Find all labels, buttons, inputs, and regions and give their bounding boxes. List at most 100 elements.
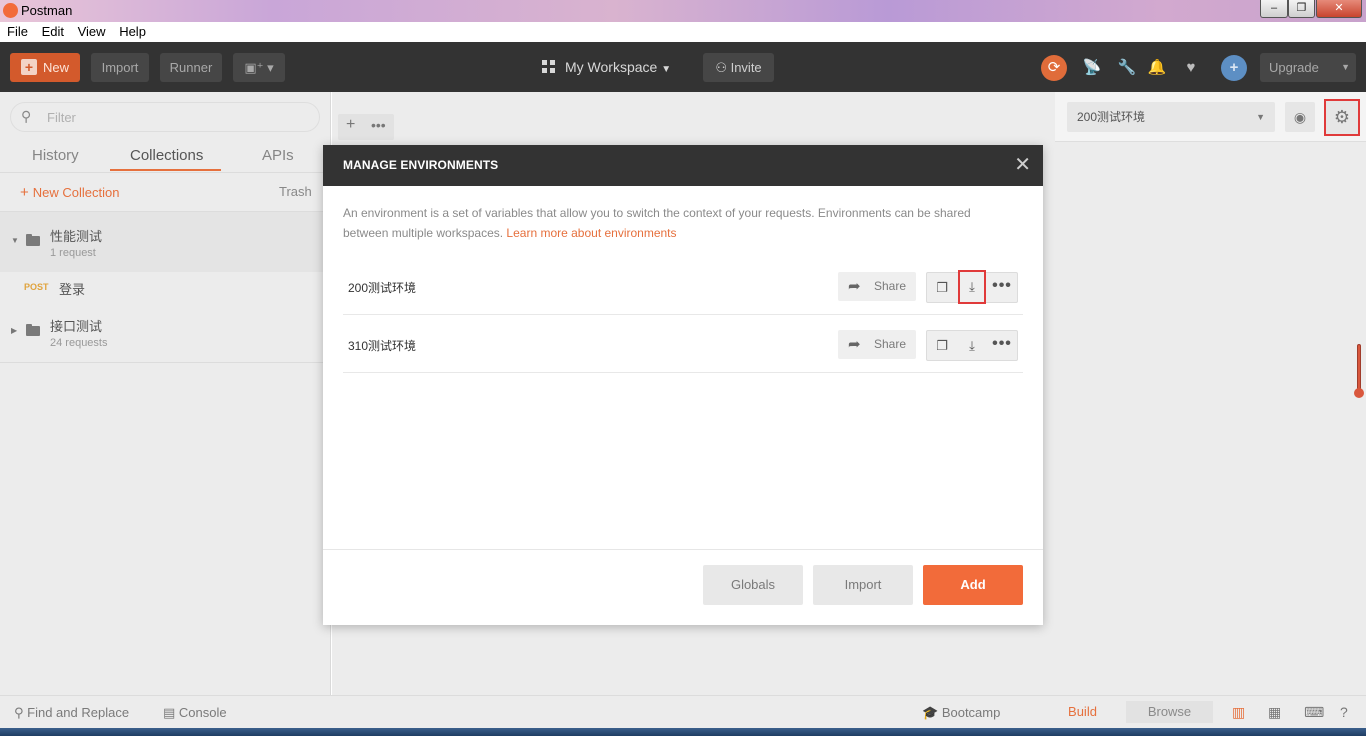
menu-file[interactable]: File [7,22,28,42]
divider [0,362,331,363]
wrench-icon[interactable]: 🔧 [1114,55,1140,81]
workspace-grid-icon [542,60,555,73]
runner-button[interactable]: Runner [160,53,222,82]
import-button[interactable]: Import [813,565,913,605]
new-button[interactable]: + New [10,53,80,82]
browse-tab[interactable]: Browse [1126,701,1213,723]
collection-item[interactable]: ▶ 接口测试 24 requests [0,302,331,362]
menu-edit[interactable]: Edit [42,22,64,42]
satellite-icon[interactable]: 📡 [1079,55,1105,81]
duplicate-icon[interactable]: ❐ [927,273,957,302]
chevron-down-icon: ▼ [1256,112,1265,122]
folder-icon [26,234,40,246]
app-header: + New Import Runner ▣⁺ ▾ My Workspace ▼ ⚇… [0,42,1366,92]
more-tabs-icon[interactable]: ••• [371,117,386,133]
environment-name: 310测试环境 [348,339,417,353]
caret-right-icon: ▶ [11,326,18,335]
sync-icon[interactable]: ⟳ [1041,55,1067,81]
os-taskbar [0,728,1366,736]
search-icon: ⚲ [21,108,32,124]
filter-box[interactable]: ⚲ [10,102,320,132]
menu-help[interactable]: Help [119,22,146,42]
search-icon: ⚲ [14,705,24,720]
invite-label: Invite [730,60,762,75]
bell-icon[interactable]: 🔔 [1144,55,1170,81]
environment-select[interactable]: 200测试环境 ▼ [1067,102,1275,132]
tab-history[interactable]: History [32,147,79,164]
workspace-selector[interactable]: My Workspace ▼ [542,53,671,82]
graduation-cap-icon: 🎓 [922,705,939,720]
modal-description: An environment is a set of variables tha… [343,203,1013,243]
learn-more-link[interactable]: Learn more about environments [506,226,676,240]
collection-name: 性能测试 [50,229,103,244]
minimize-button[interactable]: – [1260,0,1288,18]
find-replace-button[interactable]: ⚲ Find and Replace [14,705,129,721]
console-button[interactable]: ▤ Console [163,705,227,721]
environment-actions: ❐ ⤓ ••• [926,330,1018,361]
collection-item[interactable]: ▼ 性能测试 1 request [0,212,331,272]
environment-selected: 200测试环境 [1077,110,1146,124]
divider [0,172,331,173]
new-window-icon: ▣⁺ ▾ [244,60,274,75]
two-pane-icon[interactable]: ▥ [1232,704,1245,721]
globals-button[interactable]: Globals [703,565,803,605]
environment-bar: 200测试环境 ▼ ◉ ⚙ [1055,92,1366,142]
add-button[interactable]: Add [923,565,1023,605]
new-collection-label: New Collection [32,185,120,200]
share-label: Share [874,337,907,351]
workspace-label: My Workspace [565,59,658,75]
tab-actions: + ••• [338,114,394,140]
thermometer-icon [1354,344,1364,400]
find-replace-label: Find and Replace [27,705,130,720]
layout-icon[interactable]: ▦ [1268,704,1281,721]
chevron-down-icon: ▼ [661,64,672,75]
share-button[interactable]: ➦ Share [838,272,916,301]
invite-button[interactable]: ⚇ Invite [703,53,774,82]
new-button-label: New [42,60,69,75]
keyboard-icon[interactable]: ⌨ [1304,704,1324,721]
active-tab-indicator [110,169,221,171]
share-arrow-icon: ➦ [848,336,861,353]
upgrade-button[interactable]: Upgrade ▼ [1260,53,1356,82]
close-window-button[interactable]: ✕ [1316,0,1362,18]
download-icon[interactable]: ⤓ [957,331,987,360]
share-button[interactable]: ➦ Share [838,330,916,359]
caret-down-icon: ▼ [11,236,19,245]
trash-link[interactable]: Trash [279,184,312,199]
divider [323,549,1043,550]
help-icon[interactable]: ? [1340,704,1348,720]
new-window-dropdown[interactable]: ▣⁺ ▾ [233,53,285,82]
more-options-icon[interactable]: ••• [987,273,1017,302]
sidebar-tabs: History Collections APIs [0,144,331,172]
import-button[interactable]: Import [91,53,149,82]
maximize-button[interactable]: ❐ [1288,0,1315,18]
avatar-icon[interactable]: + [1221,55,1247,81]
bootcamp-button[interactable]: 🎓 Bootcamp [922,705,1000,721]
share-arrow-icon: ➦ [848,278,861,295]
request-item[interactable]: POST 登录 [0,272,331,302]
duplicate-icon[interactable]: ❐ [927,331,957,360]
close-icon[interactable]: ✕ [1014,153,1031,177]
new-tab-icon[interactable]: + [346,116,355,134]
environment-row[interactable]: 310测试环境 ➦ Share ❐ ⤓ ••• [343,315,1023,373]
collection-name: 接口测试 [50,319,103,334]
environment-name: 200测试环境 [348,281,417,295]
bootcamp-label: Bootcamp [941,705,1001,720]
eye-icon[interactable]: ◉ [1285,102,1315,132]
download-icon[interactable]: ⤓ [958,270,986,304]
manage-environments-modal: MANAGE ENVIRONMENTS ✕ An environment is … [323,145,1043,625]
environment-row[interactable]: 200测试环境 ➦ Share ❐ ⤓ ••• [343,257,1023,315]
more-options-icon[interactable]: ••• [987,331,1017,360]
tab-apis[interactable]: APIs [262,147,294,164]
gear-icon[interactable]: ⚙ [1324,99,1360,136]
new-collection-button[interactable]: + New Collection [20,184,119,201]
filter-input[interactable] [47,108,307,126]
modal-header: MANAGE ENVIRONMENTS ✕ [323,145,1043,186]
sidebar: ⚲ History Collections APIs +New Collecti… [0,92,331,695]
postman-logo-icon [3,3,18,18]
heart-icon[interactable]: ♥ [1178,55,1204,81]
collection-count: 1 request [50,247,96,259]
build-tab[interactable]: Build [1039,701,1126,723]
tab-collections[interactable]: Collections [130,147,203,164]
menu-view[interactable]: View [78,22,106,42]
